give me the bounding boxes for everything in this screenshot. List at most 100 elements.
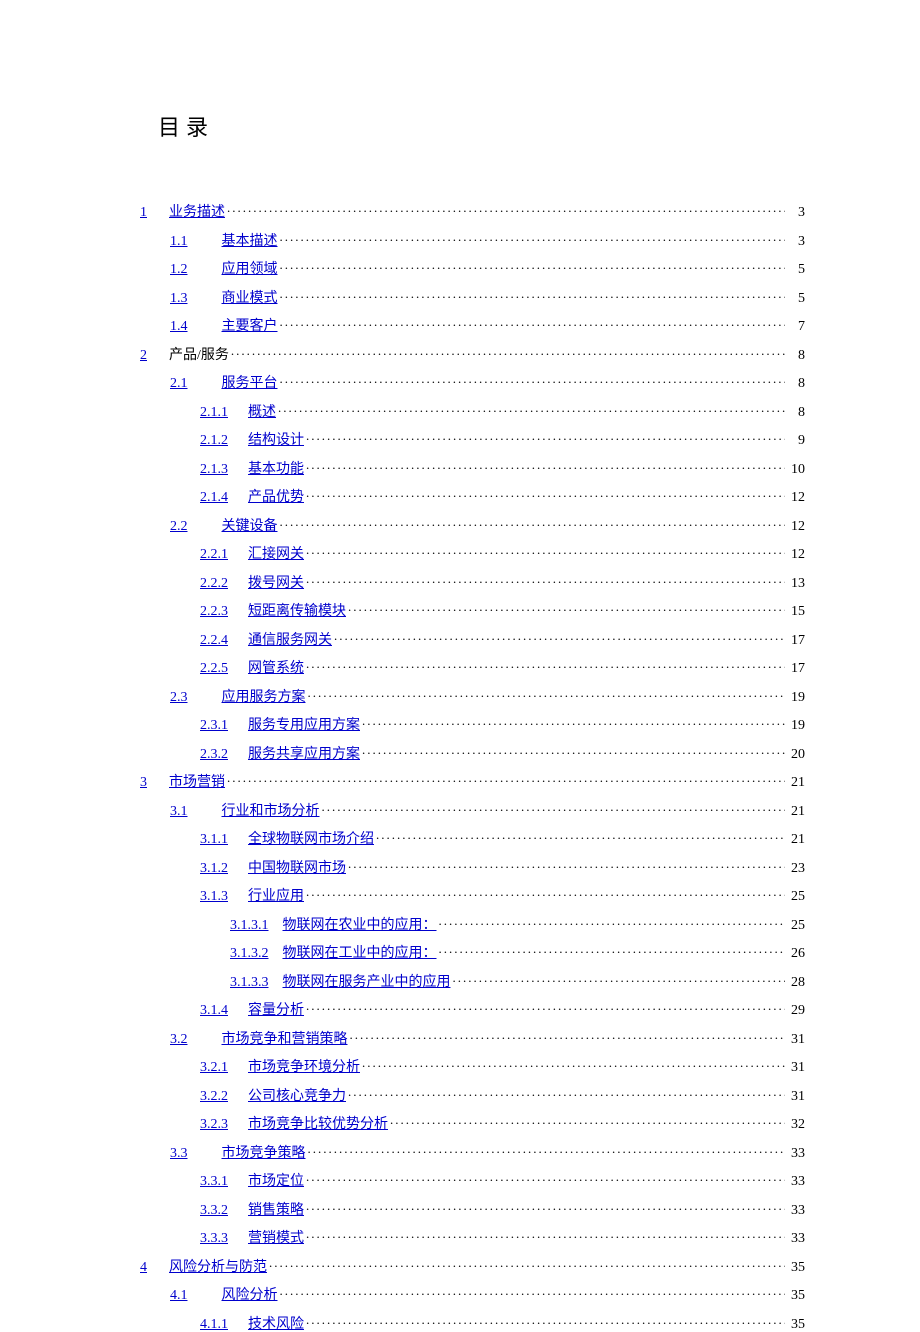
toc-number[interactable]: 2.2.1	[200, 548, 228, 562]
toc-title-link[interactable]: 风险分析与防范	[169, 1261, 267, 1275]
toc-number[interactable]: 2.3.2	[200, 748, 228, 762]
toc-number[interactable]: 3.1	[170, 805, 188, 819]
toc-number[interactable]: 3.2.3	[200, 1118, 228, 1132]
toc-number[interactable]: 3.1.3.2	[230, 947, 269, 961]
toc-title-link[interactable]: 容量分析	[248, 1004, 304, 1018]
toc-title-link[interactable]: 市场竞争和营销策略	[222, 1033, 348, 1047]
toc-title-link[interactable]: 汇接网关	[248, 548, 304, 562]
toc-title-link[interactable]: 网管系统	[248, 662, 304, 676]
toc-number[interactable]: 2.1.3	[200, 463, 228, 477]
toc-number[interactable]: 1.3	[170, 292, 188, 306]
toc-title-link[interactable]: 中国物联网市场	[248, 862, 346, 876]
toc-title-link[interactable]: 市场竞争环境分析	[248, 1061, 360, 1075]
toc-title-link[interactable]: 关键设备	[222, 520, 278, 534]
toc-entry: 3.1.3.3物联网在服务产业中的应用28	[140, 972, 805, 990]
toc-leader	[362, 715, 785, 729]
toc-number[interactable]: 3.2	[170, 1033, 188, 1047]
toc-number[interactable]: 3.3.3	[200, 1232, 228, 1246]
toc-title-link[interactable]: 物联网在农业中的应用：	[283, 919, 437, 933]
toc-number[interactable]: 2.1.1	[200, 406, 228, 420]
toc-title-link[interactable]: 基本功能	[248, 463, 304, 477]
toc-number[interactable]: 4.1.1	[200, 1318, 228, 1332]
toc-leader	[308, 1143, 786, 1157]
toc-number[interactable]: 3.3.2	[200, 1204, 228, 1218]
toc-title-link[interactable]: 风险分析	[222, 1289, 278, 1303]
toc-number[interactable]: 3	[140, 776, 147, 790]
toc-number[interactable]: 3.1.3.1	[230, 919, 269, 933]
toc-title-link[interactable]: 应用服务方案	[222, 691, 306, 705]
toc-number[interactable]: 4	[140, 1261, 147, 1275]
toc-title-link[interactable]: 销售策略	[248, 1204, 304, 1218]
toc-title-link[interactable]: 服务专用应用方案	[248, 719, 360, 733]
toc-title-link[interactable]: 行业应用	[248, 890, 304, 904]
toc-entry: 3.2市场竞争和营销策略31	[140, 1029, 805, 1047]
toc-number[interactable]: 1.1	[170, 235, 188, 249]
toc-title-link[interactable]: 全球物联网市场介绍	[248, 833, 374, 847]
toc-number[interactable]: 2.2	[170, 520, 188, 534]
toc-page-number: 35	[787, 1289, 805, 1303]
toc-title-link[interactable]: 商业模式	[222, 292, 278, 306]
toc-number[interactable]: 3.1.2	[200, 862, 228, 876]
toc-number[interactable]: 2.1.4	[200, 491, 228, 505]
toc-title-link[interactable]: 行业和市场分析	[222, 805, 320, 819]
toc-title-link[interactable]: 主要客户	[222, 320, 278, 334]
toc-page-number: 23	[787, 862, 805, 876]
toc-title-link[interactable]: 基本描述	[222, 235, 278, 249]
toc-number[interactable]: 3.1.3	[200, 890, 228, 904]
toc-page-number: 17	[787, 634, 805, 648]
toc-number[interactable]: 2.1	[170, 377, 188, 391]
toc-title-link[interactable]: 业务描述	[169, 206, 225, 220]
toc-number[interactable]: 4.1	[170, 1289, 188, 1303]
toc-title-link[interactable]: 通信服务网关	[248, 634, 332, 648]
toc-title-link[interactable]: 产品优势	[248, 491, 304, 505]
toc-title-link[interactable]: 技术风险	[248, 1318, 304, 1332]
toc-number[interactable]: 3.1.3.3	[230, 976, 269, 990]
toc-title-link[interactable]: 应用领域	[222, 263, 278, 277]
toc-number[interactable]: 2.3.1	[200, 719, 228, 733]
toc-number[interactable]: 3.3	[170, 1147, 188, 1161]
toc-number[interactable]: 2.1.2	[200, 434, 228, 448]
toc-leader	[439, 915, 786, 929]
toc-number[interactable]: 3.2.1	[200, 1061, 228, 1075]
toc-number[interactable]: 1.4	[170, 320, 188, 334]
toc-number[interactable]: 3.1.1	[200, 833, 228, 847]
toc-title-link[interactable]: 市场定位	[248, 1175, 304, 1189]
toc-page-number: 33	[787, 1232, 805, 1246]
toc-number[interactable]: 2	[140, 349, 147, 363]
toc-title-link[interactable]: 服务共享应用方案	[248, 748, 360, 762]
toc-title-link[interactable]: 短距离传输模块	[248, 605, 346, 619]
toc-title-link[interactable]: 市场竞争策略	[222, 1147, 306, 1161]
toc-number[interactable]: 2.2.5	[200, 662, 228, 676]
toc-entry: 3.1.4容量分析29	[140, 1000, 805, 1018]
toc-page-number: 5	[787, 263, 805, 277]
toc-title-link[interactable]: 市场营销	[169, 776, 225, 790]
toc-number[interactable]: 2.2.4	[200, 634, 228, 648]
toc-number[interactable]: 1	[140, 206, 147, 220]
toc-number[interactable]: 3.3.1	[200, 1175, 228, 1189]
toc-title-link[interactable]: 物联网在工业中的应用：	[283, 947, 437, 961]
toc-number[interactable]: 1.2	[170, 263, 188, 277]
toc-page-number: 7	[787, 320, 805, 334]
toc-leader	[348, 601, 785, 615]
toc-title-link[interactable]: 拨号网关	[248, 577, 304, 591]
toc-page-number: 21	[787, 776, 805, 790]
toc-number[interactable]: 2.2.3	[200, 605, 228, 619]
toc-number[interactable]: 3.1.4	[200, 1004, 228, 1018]
toc-entry: 2.2.1汇接网关12	[140, 544, 805, 562]
toc-title-link[interactable]: 物联网在服务产业中的应用	[283, 976, 451, 990]
toc-number[interactable]: 2.2.2	[200, 577, 228, 591]
toc-number[interactable]: 2.3	[170, 691, 188, 705]
toc-title-link[interactable]: 公司核心竞争力	[248, 1090, 346, 1104]
toc-title-link[interactable]: 市场竞争比较优势分析	[248, 1118, 388, 1132]
toc-page-number: 12	[787, 491, 805, 505]
toc-title-link[interactable]: 结构设计	[248, 434, 304, 448]
toc-entry: 3.2.2公司核心竞争力31	[140, 1086, 805, 1104]
toc-leader	[306, 1200, 785, 1214]
toc-title-link[interactable]: 概述	[248, 406, 276, 420]
toc-title-link[interactable]: 服务平台	[222, 377, 278, 391]
toc-number[interactable]: 3.2.2	[200, 1090, 228, 1104]
toc-title-link[interactable]: 营销模式	[248, 1232, 304, 1246]
toc-leader	[280, 516, 786, 530]
toc-entry: 2.1.2结构设计9	[140, 430, 805, 448]
toc-entry: 3.2.3市场竞争比较优势分析32	[140, 1114, 805, 1132]
